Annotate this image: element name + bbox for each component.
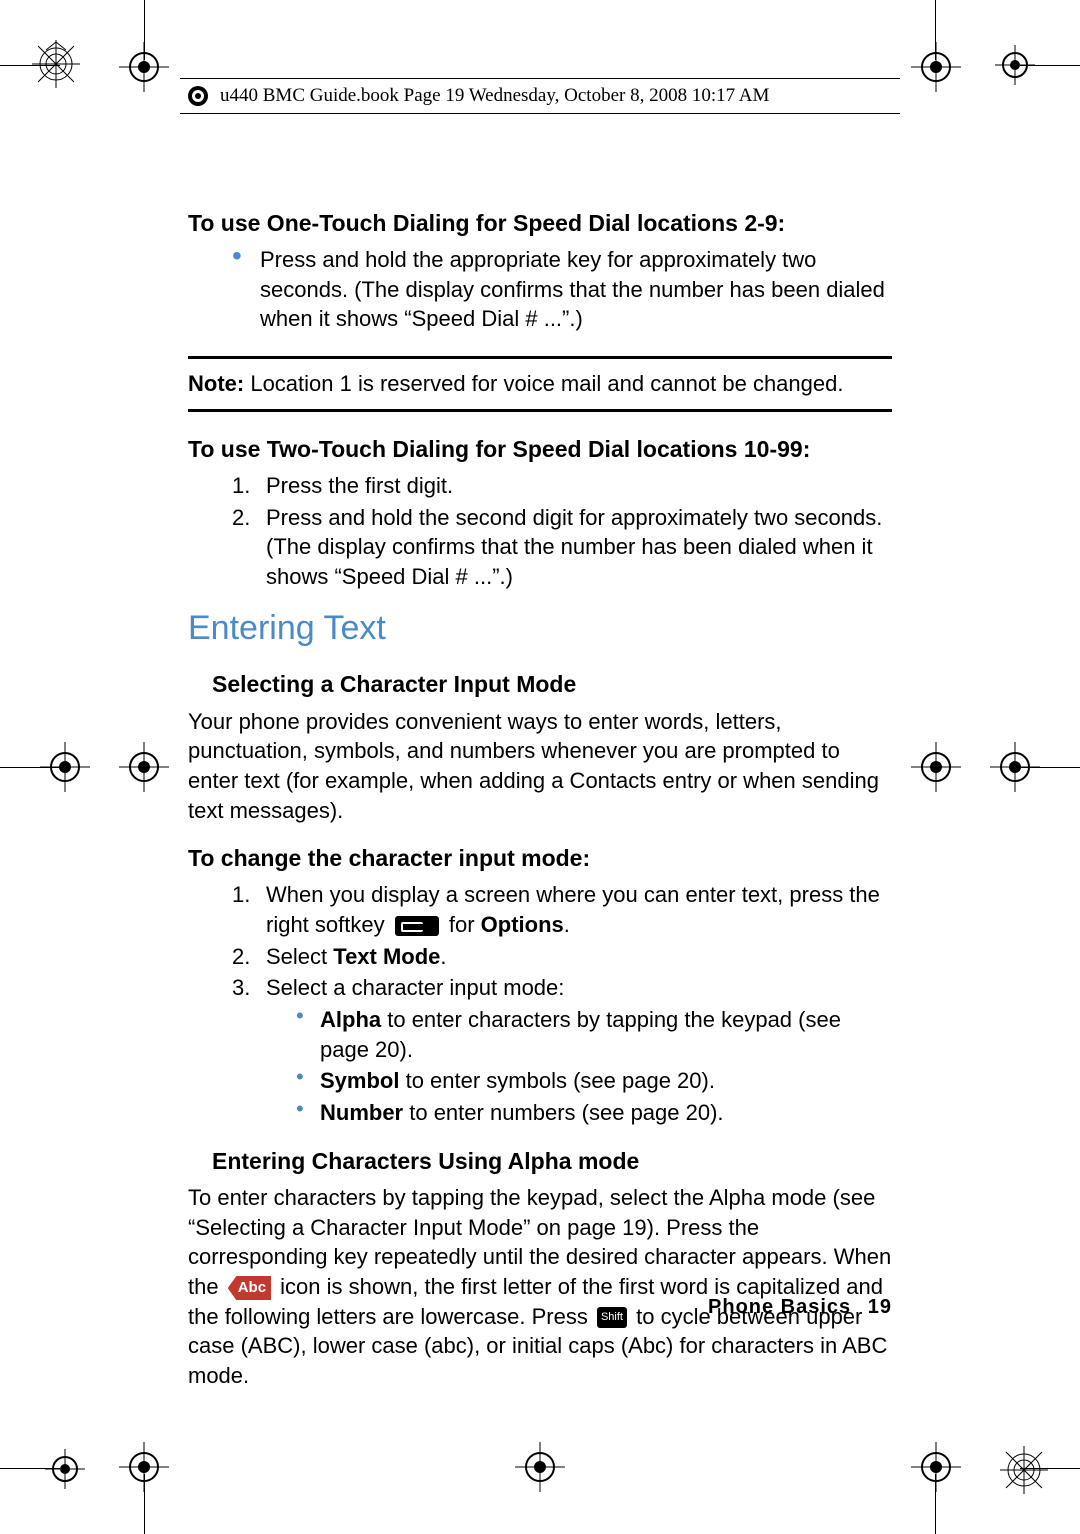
- crop-line: [0, 767, 60, 768]
- registration-burst-icon: [1000, 1446, 1048, 1494]
- list-item: 3. Select a character input mode:: [232, 973, 892, 1003]
- page-content: To use One-Touch Dialing for Speed Dial …: [188, 190, 892, 1395]
- text-bold: Number: [320, 1100, 403, 1125]
- list-item: 1. Press the first digit.: [232, 471, 892, 501]
- footer-page-number: 19: [868, 1296, 892, 1318]
- bullet-icon: •: [296, 1066, 320, 1096]
- list-item: • Number to enter numbers (see page 20).: [296, 1098, 892, 1128]
- crop-mark-icon: [911, 1442, 961, 1492]
- note-label: Note:: [188, 371, 244, 396]
- list-number: 1.: [232, 471, 266, 501]
- subheading-change-mode: To change the character input mode:: [188, 843, 892, 874]
- crop-line: [144, 1474, 145, 1534]
- registration-burst-icon: [32, 40, 80, 88]
- crop-line: [0, 1468, 60, 1469]
- list-item-text: Alpha to enter characters by tapping the…: [320, 1005, 892, 1064]
- text-run: to enter characters by tapping the keypa…: [320, 1007, 841, 1062]
- list-item-text: Press the first digit.: [266, 471, 453, 501]
- text-bold: Options: [481, 912, 564, 937]
- text-run: .: [564, 912, 570, 937]
- list-item: • Alpha to enter characters by tapping t…: [296, 1005, 892, 1064]
- text-run: .: [440, 944, 446, 969]
- list-item: • Symbol to enter symbols (see page 20).: [296, 1066, 892, 1096]
- text-bold: Alpha: [320, 1007, 381, 1032]
- text-run: for: [449, 912, 481, 937]
- paragraph: Your phone provides convenient ways to e…: [188, 707, 892, 826]
- list-number: 3.: [232, 973, 266, 1003]
- running-head-bar: u440 BMC Guide.book Page 19 Wednesday, O…: [180, 78, 900, 114]
- crop-line: [1020, 65, 1080, 66]
- text-run: to enter numbers (see page 20).: [403, 1100, 723, 1125]
- crop-line: [1020, 767, 1080, 768]
- page-footer: Phone Basics 19: [708, 1296, 892, 1319]
- footer-section: Phone Basics: [708, 1296, 851, 1318]
- subheading-selecting-mode: Selecting a Character Input Mode: [212, 669, 892, 700]
- heading-entering-text: Entering Text: [188, 606, 892, 652]
- running-head-text: u440 BMC Guide.book Page 19 Wednesday, O…: [220, 85, 769, 107]
- bullet-icon: •: [296, 1005, 320, 1064]
- registration-mark-icon: [45, 1449, 85, 1489]
- list-item-text: Number to enter numbers (see page 20).: [320, 1098, 724, 1128]
- crop-mark-icon: [515, 1442, 565, 1492]
- crop-line: [1020, 1468, 1080, 1469]
- list-item-text: When you display a screen where you can …: [266, 880, 892, 939]
- list-item-text: Press and hold the appropriate key for a…: [260, 245, 892, 334]
- text-run: When you display a screen where you can …: [266, 882, 880, 937]
- text-bold: Symbol: [320, 1068, 399, 1093]
- text-run: Select: [266, 944, 333, 969]
- subheading-two-touch: To use Two-Touch Dialing for Speed Dial …: [188, 434, 892, 465]
- list-number: 2.: [232, 942, 266, 972]
- subheading-one-touch: To use One-Touch Dialing for Speed Dial …: [188, 208, 892, 239]
- note-box: Note: Location 1 is reserved for voice m…: [188, 356, 892, 412]
- crop-mark-icon: [911, 42, 961, 92]
- abc-mode-icon: Abc: [228, 1276, 271, 1300]
- list-item: 2. Select Text Mode.: [232, 942, 892, 972]
- note-text: Location 1 is reserved for voice mail an…: [244, 371, 843, 396]
- crop-line: [935, 1474, 936, 1534]
- page: u440 BMC Guide.book Page 19 Wednesday, O…: [0, 0, 1080, 1534]
- paragraph: To enter characters by tapping the keypa…: [188, 1183, 892, 1391]
- crop-mark-icon: [911, 742, 961, 792]
- list-item: • Press and hold the appropriate key for…: [232, 245, 892, 334]
- right-softkey-icon: [395, 916, 439, 936]
- list-number: 1.: [232, 880, 266, 939]
- bullet-icon: •: [296, 1098, 320, 1128]
- crop-line: [144, 0, 145, 60]
- crop-mark-icon: [119, 742, 169, 792]
- list-number: 2.: [232, 503, 266, 592]
- list-item-text: Press and hold the second digit for appr…: [266, 503, 892, 592]
- crop-line: [0, 65, 60, 66]
- list-item: 2. Press and hold the second digit for a…: [232, 503, 892, 592]
- list-item: 1. When you display a screen where you c…: [232, 880, 892, 939]
- crop-line: [935, 0, 936, 60]
- text-run: to enter symbols (see page 20).: [399, 1068, 715, 1093]
- subheading-alpha-mode: Entering Characters Using Alpha mode: [212, 1146, 892, 1177]
- bullet-icon: •: [232, 245, 260, 334]
- list-item-text: Symbol to enter symbols (see page 20).: [320, 1066, 715, 1096]
- shift-key-icon: Shift: [597, 1307, 627, 1328]
- bullet-ornament-icon: [188, 86, 208, 106]
- text-bold: Text Mode: [333, 944, 440, 969]
- list-item-text: Select Text Mode.: [266, 942, 447, 972]
- list-item-text: Select a character input mode:: [266, 973, 564, 1003]
